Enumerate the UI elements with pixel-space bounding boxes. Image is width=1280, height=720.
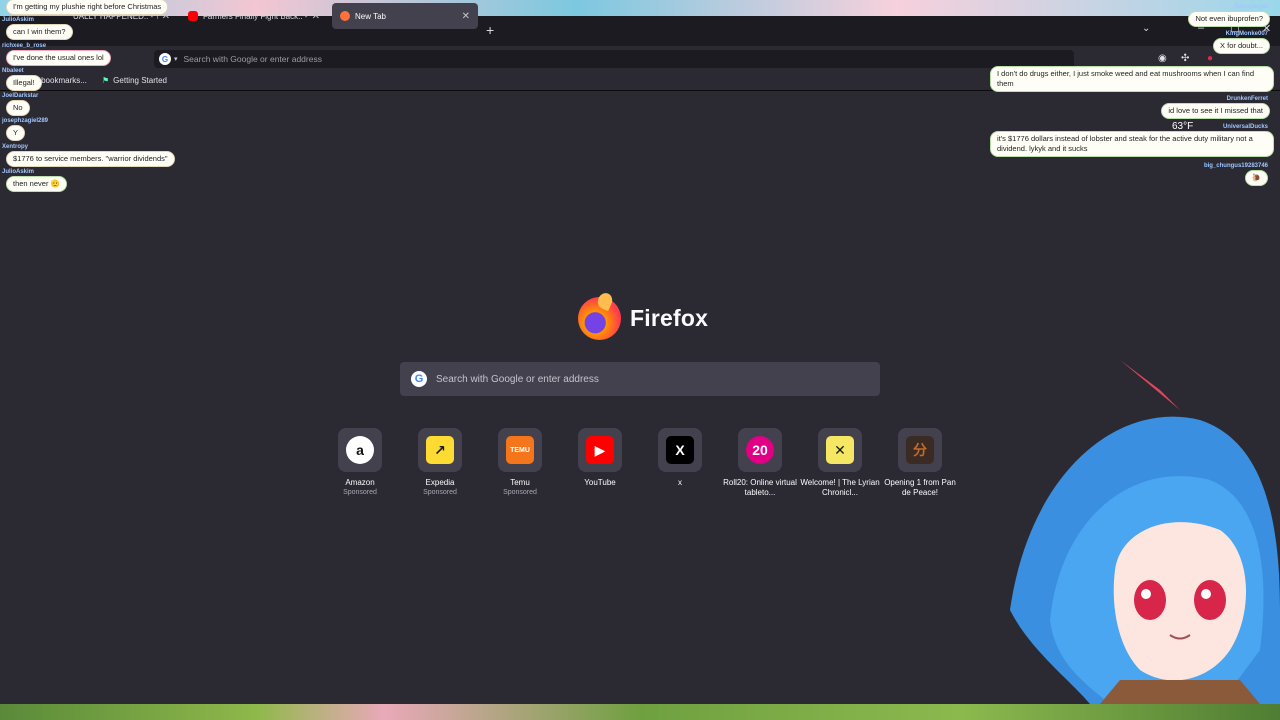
shortcut-label: Roll20: Online virtual tableto... [723, 478, 797, 497]
chat-username: josephzagiel289 [2, 118, 49, 124]
pan-de-peace-icon: 分 [906, 436, 934, 464]
sponsored-label: Sponsored [343, 489, 377, 496]
roll20-icon: 20 [746, 436, 774, 464]
shortcut-icon-box[interactable]: a [338, 428, 382, 472]
bookmark-label: Getting Started [113, 76, 167, 85]
chat-message: then never 🫡 [6, 176, 67, 192]
chat-message: id love to see it I missed that [1161, 103, 1270, 119]
tab-new-tab[interactable]: New Tab ✕ [332, 3, 478, 29]
address-placeholder: Search with Google or enter address [183, 54, 322, 64]
temu-icon: TEMU [506, 436, 534, 464]
shortcut-tile[interactable]: ▶ YouTube [560, 428, 640, 488]
newtab-search-placeholder: Search with Google or enter address [436, 373, 599, 385]
firefox-favicon-icon [340, 11, 350, 21]
chat-message: Y [6, 125, 26, 141]
shortcut-label: Opening 1 from Pan de Peace! [884, 478, 956, 497]
import-bookmarks-label: rt bookmarks... [34, 76, 87, 85]
shortcut-tile[interactable]: 分 Opening 1 from Pan de Peace! [880, 428, 960, 498]
avatar-eye-shine [1141, 589, 1151, 599]
ublock-icon[interactable]: ● [1207, 53, 1213, 64]
chat-username: Nbaleet [2, 68, 24, 74]
sponsored-label: Sponsored [423, 489, 457, 496]
chat-username: JulioAskim [2, 169, 35, 175]
weather-readout: 63°F [1172, 121, 1194, 132]
youtube-favicon-icon [188, 11, 198, 21]
close-icon[interactable]: ✕ [312, 11, 320, 22]
chat-message: it's $1776 dollars instead of lobster an… [990, 131, 1274, 157]
lyrian-icon: ✕ [826, 436, 854, 464]
chat-username: UniversalDucks [1222, 124, 1268, 130]
chat-message: can I win them? [6, 24, 73, 40]
firefox-wordmark: Firefox [630, 305, 709, 331]
chat-username: big_chungus19283746 [1203, 163, 1268, 169]
chat-message: 🐌 [1244, 170, 1268, 186]
chevron-down-icon[interactable]: ▾ [174, 55, 178, 63]
chevron-down-icon[interactable]: ⌄ [1142, 23, 1150, 34]
import-bookmarks-link[interactable]: rt bookmarks... [34, 76, 87, 85]
chat-username: KingMonke007 [1225, 31, 1268, 37]
shortcut-icon-box[interactable]: X [658, 428, 702, 472]
shortcut-icon-box[interactable]: 分 [898, 428, 942, 472]
shortcut-icon-box[interactable]: ▶ [578, 428, 622, 472]
shortcut-icon-box[interactable]: TEMU [498, 428, 542, 472]
address-bar[interactable]: G ▾ Search with Google or enter address [154, 50, 1074, 68]
shortcut-tile[interactable]: ✕ Welcome! | The Lyrian Chronicl... [800, 428, 880, 498]
expedia-icon: ↗ [426, 436, 454, 464]
avatar-hair-accent [1120, 360, 1180, 410]
shortcut-icon-box[interactable]: ↗ [418, 428, 462, 472]
firefox-brand: Firefox [578, 297, 708, 340]
shortcut-label: Temu [510, 478, 530, 487]
chat-message: Not even ibuprofen? [1188, 11, 1270, 27]
shortcut-tile[interactable]: a Amazon Sponsored [320, 428, 400, 496]
chat-username: Xentropy [2, 144, 29, 150]
newtab-search-box[interactable]: G Search with Google or enter address [400, 362, 880, 396]
shortcut-icon-box[interactable]: ✕ [818, 428, 862, 472]
vtuber-avatar [1010, 360, 1280, 704]
new-tab-plus-icon[interactable]: + [486, 22, 494, 38]
avatar-right-eye [1194, 580, 1226, 620]
stream-background-bottom [0, 704, 1280, 720]
google-search-engine-icon[interactable]: G [159, 53, 171, 65]
close-icon[interactable]: ✕ [462, 11, 470, 22]
shortcut-label: YouTube [584, 478, 616, 487]
shortcut-icon-box[interactable]: 20 [738, 428, 782, 472]
shortcut-tile[interactable]: ↗ Expedia Sponsored [400, 428, 480, 496]
extensions-icon[interactable]: ✣ [1181, 53, 1189, 64]
shortcut-label: Expedia [425, 478, 455, 487]
chat-username: DrunkenFerret [1226, 96, 1268, 102]
firefox-bookmark-icon: ⚑ [102, 76, 110, 85]
tab-title: Farmers Finally Fight Back.. - Yo [203, 11, 308, 21]
shortcut-label: Welcome! | The Lyrian Chronicl... [800, 478, 880, 497]
chat-message: I don't do drugs either, I just smoke we… [990, 66, 1274, 92]
chat-message: I've done the usual ones lol [6, 50, 111, 66]
shortcut-tile[interactable]: Xx [640, 428, 720, 488]
youtube-icon: ▶ [586, 436, 614, 464]
account-icon[interactable]: ◉ [1158, 53, 1167, 64]
chat-username: JoelDarkstar [2, 93, 39, 99]
chat-message: I'm getting my plushie right before Chri… [6, 0, 169, 15]
shortcut-label: x [678, 478, 682, 487]
x-icon: X [666, 436, 694, 464]
firefox-logo-icon [578, 297, 621, 340]
chat-message: $1776 to service members. "warrior divid… [6, 151, 175, 167]
google-icon: G [411, 371, 427, 387]
chat-message: X for doubt... [1213, 38, 1270, 54]
amazon-icon: a [346, 436, 374, 464]
chat-message: No [6, 100, 30, 116]
chat-message: Illegal! [6, 75, 42, 91]
avatar-left-eye [1134, 580, 1166, 620]
bookmark-getting-started[interactable]: ⚑ Getting Started [102, 76, 167, 85]
chat-username: Tulcavaryar [1234, 4, 1268, 10]
shortcut-label: Amazon [345, 478, 375, 487]
chat-username: JulioAskim [2, 17, 35, 23]
avatar-outfit [1100, 680, 1260, 704]
avatar-eye-shine [1201, 589, 1211, 599]
shortcut-tile[interactable]: TEMU Temu Sponsored [480, 428, 560, 496]
tab-title: New Tab [355, 11, 386, 21]
tab-youtube-2[interactable]: Farmers Finally Fight Back.. - Yo ✕ [180, 3, 328, 29]
sponsored-label: Sponsored [503, 489, 537, 496]
chat-username: richxee_b_rose [2, 43, 47, 49]
shortcut-tile[interactable]: 20 Roll20: Online virtual tableto... [720, 428, 800, 498]
